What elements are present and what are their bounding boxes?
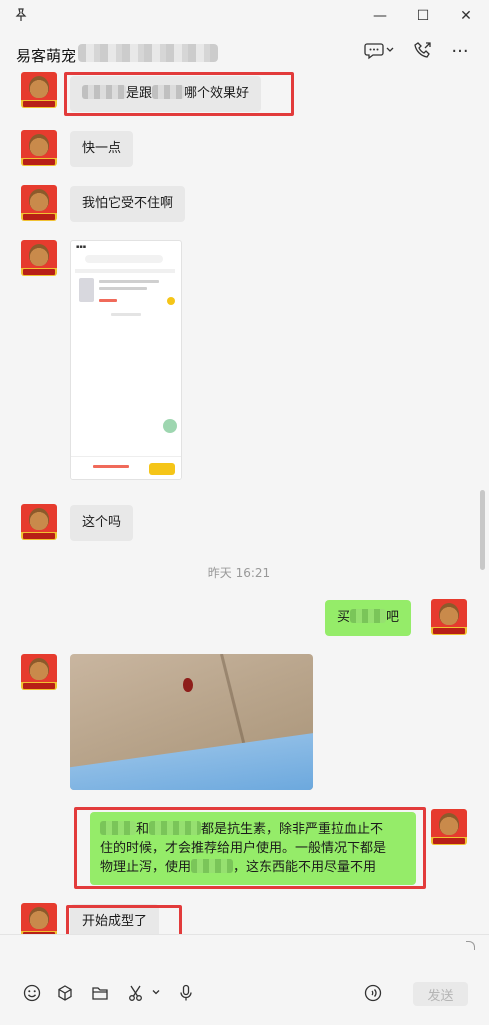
screenshot-product-image (79, 278, 94, 302)
minimize-button[interactable]: — (370, 6, 390, 26)
screenshot-status-bar: ▪▪▪ (76, 244, 87, 250)
scrollbar-thumb[interactable] (480, 490, 485, 570)
message-bubble[interactable]: 快一点 (70, 131, 134, 167)
screenshot-checkout-button (149, 463, 175, 475)
message-text: 买 (337, 610, 351, 625)
scissors-icon[interactable] (126, 984, 146, 1004)
message-timestamp: 昨天 16:21 (207, 566, 271, 580)
resize-handle-icon[interactable] (466, 941, 475, 950)
message-bubble[interactable]: 这个吗 (70, 505, 134, 541)
highlight-box (74, 807, 426, 889)
more-options-button[interactable]: ··· (448, 40, 472, 64)
close-button[interactable]: ✕ (456, 6, 476, 26)
message-list[interactable]: 是跟哪个效果好 快一点 我怕它受不住啊 ▪▪▪ 这个吗 昨天 16:21 买吧 (0, 72, 478, 934)
redacted-text (350, 609, 387, 623)
contact-avatar[interactable] (21, 240, 57, 276)
folder-icon[interactable] (90, 984, 110, 1004)
message-text: 快一点 (82, 141, 122, 156)
screenshot-tab-strip (75, 269, 175, 273)
contact-avatar[interactable] (21, 654, 57, 690)
screenshot-search-bar (85, 255, 163, 263)
screenshot-text-line (99, 287, 147, 290)
title-bar: — ☐ ✕ (0, 0, 489, 32)
pin-icon[interactable] (14, 8, 28, 22)
photo-stain (183, 678, 193, 692)
contact-avatar[interactable] (21, 185, 57, 221)
contact-name[interactable]: 易客萌宠 (16, 45, 76, 66)
screenshot-add-button (167, 297, 175, 305)
send-button[interactable]: 发送 (413, 982, 468, 1006)
screenshot-image[interactable]: ▪▪▪ (70, 240, 182, 480)
chat-header: 易客萌宠 ··· (0, 32, 489, 72)
maximize-button[interactable]: ☐ (413, 6, 433, 26)
contact-avatar[interactable] (21, 504, 57, 540)
box-icon[interactable] (55, 984, 75, 1004)
message-text: 我怕它受不住啊 (82, 196, 174, 211)
contact-avatar[interactable] (21, 130, 57, 166)
photo-pad (70, 730, 313, 790)
emoji-icon[interactable] (22, 984, 42, 1004)
message-text: 这个吗 (82, 515, 122, 530)
contact-avatar[interactable] (21, 903, 57, 934)
message-bubble-self[interactable]: 买吧 (325, 600, 412, 636)
screenshot-float-icon (163, 419, 177, 433)
chevron-down-icon[interactable] (146, 984, 166, 1004)
call-icon[interactable] (411, 40, 435, 64)
highlight-box (66, 905, 182, 934)
photo-image[interactable] (70, 654, 313, 790)
screenshot-bottom-bar (71, 456, 181, 479)
screenshot-text-line (111, 313, 141, 316)
voice-message-icon[interactable] (363, 984, 383, 1004)
contact-avatar[interactable] (21, 72, 57, 108)
self-avatar[interactable] (431, 599, 467, 635)
message-bubble[interactable]: 我怕它受不住啊 (70, 186, 186, 222)
message-text: 吧 (386, 610, 400, 625)
screenshot-total (93, 465, 129, 468)
screenshot-price (99, 299, 117, 302)
message-composer[interactable]: 发送 (0, 934, 489, 1025)
highlight-box (64, 72, 294, 116)
screenshot-text-line (99, 280, 159, 283)
self-avatar[interactable] (431, 809, 467, 845)
microphone-icon[interactable] (176, 984, 196, 1004)
redacted-contact-detail (78, 44, 218, 62)
chat-bubble-icon[interactable] (362, 40, 396, 64)
